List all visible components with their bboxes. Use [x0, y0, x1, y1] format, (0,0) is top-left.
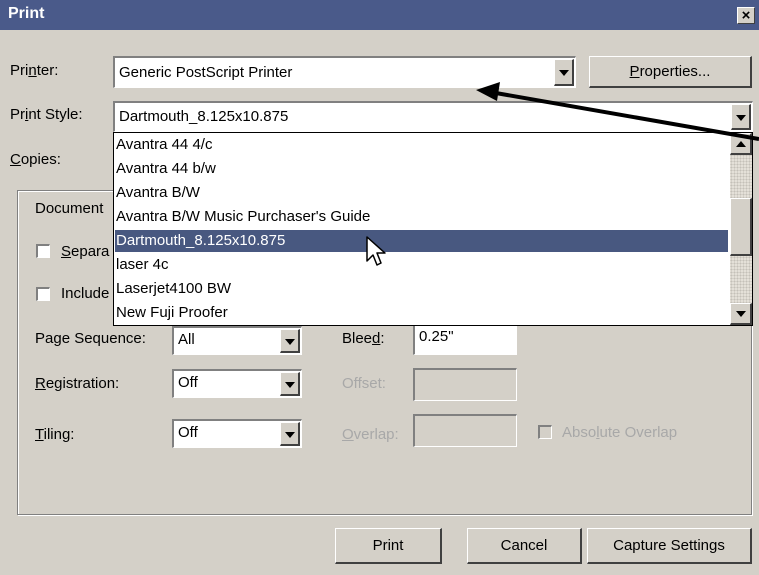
mouse-pointer-icon: [366, 236, 386, 266]
print-dialog: Print × Printer: Generic PostScript Prin…: [0, 0, 759, 575]
annotation-arrow: [476, 82, 759, 141]
